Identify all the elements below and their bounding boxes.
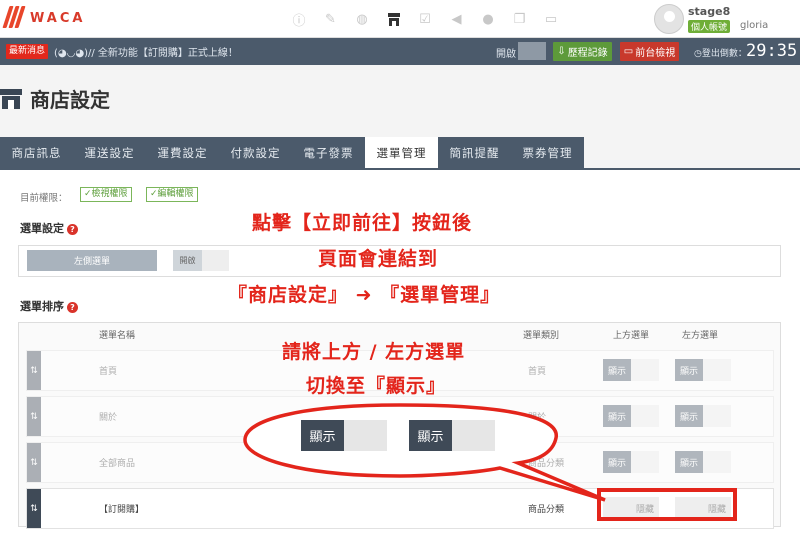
- example-show-toggle: 顯示: [301, 420, 387, 451]
- speech-bubble: [243, 403, 606, 502]
- annotation-line: 頁面會連結到: [318, 248, 439, 270]
- annotation-line: 『商店設定』 ➜ 『選單管理』: [228, 284, 501, 306]
- annotation-line: 點擊【立即前往】按鈕後: [252, 212, 473, 234]
- example-show-toggle: 顯示: [409, 420, 495, 451]
- highlight-box: [597, 488, 737, 521]
- annotation-line: 請將上方 / 左方選單: [282, 341, 466, 363]
- annotation-line: 切換至『顯示』: [306, 375, 447, 397]
